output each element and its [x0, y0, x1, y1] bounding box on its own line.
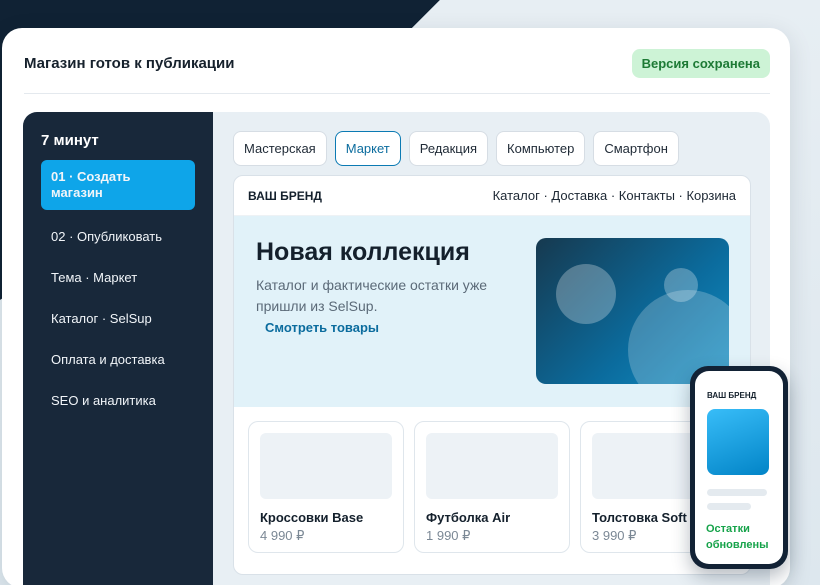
tab-smartphone[interactable]: Смартфон: [593, 131, 679, 166]
workspace: 7 минут 01 · Создать магазин 02 · Опубли…: [23, 112, 770, 585]
hero-banner: Новая коллекция Каталог и фактические ос…: [234, 216, 750, 407]
store-nav-links[interactable]: Каталог · Доставка · Контакты · Корзина: [493, 188, 736, 203]
product-name: Футболка Air: [426, 510, 511, 525]
product-name: Кроссовки Base: [260, 510, 364, 525]
sidebar-item-catalog[interactable]: Каталог · SelSup: [41, 311, 195, 326]
main-card: Магазин готов к публикации Версия сохран…: [2, 28, 790, 585]
hero-title: Новая коллекция: [256, 238, 470, 266]
decor-circle: [556, 264, 616, 324]
phone-product-image: [707, 409, 769, 475]
phone-brand: ВАШ БРЕНД: [707, 391, 757, 400]
sidebar-item-seo-analytics[interactable]: SEO и аналитика: [41, 393, 195, 408]
store-preview: ВАШ БРЕНД Каталог · Доставка · Контакты …: [233, 175, 751, 575]
product-card[interactable]: Кроссовки Base 4 990 ₽: [248, 421, 404, 553]
sidebar-item-publish[interactable]: 02 · Опубликовать: [41, 229, 195, 244]
phone-placeholder-line: [707, 503, 751, 510]
phone-screen: ВАШ БРЕНД Остатки обновлены: [695, 371, 783, 564]
phone-mockup: ВАШ БРЕНД Остатки обновлены: [690, 366, 788, 569]
sidebar-item-create-store[interactable]: 01 · Создать магазин: [41, 160, 195, 210]
theme-tabs: Мастерская Маркет Редакция Компьютер Сма…: [233, 131, 679, 166]
tab-market[interactable]: Маркет: [334, 131, 401, 166]
product-name: Толстовка Soft: [592, 510, 687, 525]
sidebar-item-payment-delivery[interactable]: Оплата и доставка: [41, 352, 195, 367]
product-price: 3 990 ₽: [592, 528, 637, 543]
view-products-link[interactable]: Смотреть товары: [265, 320, 379, 335]
tab-masterskaya[interactable]: Мастерская: [233, 131, 327, 166]
main-area: Мастерская Маркет Редакция Компьютер Сма…: [213, 112, 770, 585]
tab-computer[interactable]: Компьютер: [496, 131, 586, 166]
product-grid: Кроссовки Base 4 990 ₽ Футболка Air 1 99…: [248, 421, 736, 553]
product-image: [260, 433, 392, 499]
card-header: Магазин готов к публикации Версия сохран…: [24, 49, 770, 94]
phone-placeholder-line: [707, 489, 767, 496]
product-image: [426, 433, 558, 499]
status-badge: Версия сохранена: [631, 49, 770, 78]
sidebar-item-theme[interactable]: Тема · Маркет: [41, 270, 195, 285]
sidebar-title: 7 минут: [41, 132, 99, 149]
product-card[interactable]: Футболка Air 1 990 ₽: [414, 421, 570, 553]
hero-text: Каталог и фактические остатки уже пришли…: [256, 277, 488, 314]
store-brand: ВАШ БРЕНД: [248, 188, 322, 203]
product-price: 1 990 ₽: [426, 528, 471, 543]
store-nav: ВАШ БРЕНД Каталог · Доставка · Контакты …: [234, 176, 750, 216]
page-title: Магазин готов к публикации: [24, 55, 235, 72]
phone-status: Остатки обновлены: [706, 523, 769, 551]
tab-redaktsiya[interactable]: Редакция: [408, 131, 489, 166]
hero-image: [536, 238, 729, 384]
sidebar: 7 минут 01 · Создать магазин 02 · Опубли…: [23, 112, 213, 585]
product-price: 4 990 ₽: [260, 528, 305, 543]
